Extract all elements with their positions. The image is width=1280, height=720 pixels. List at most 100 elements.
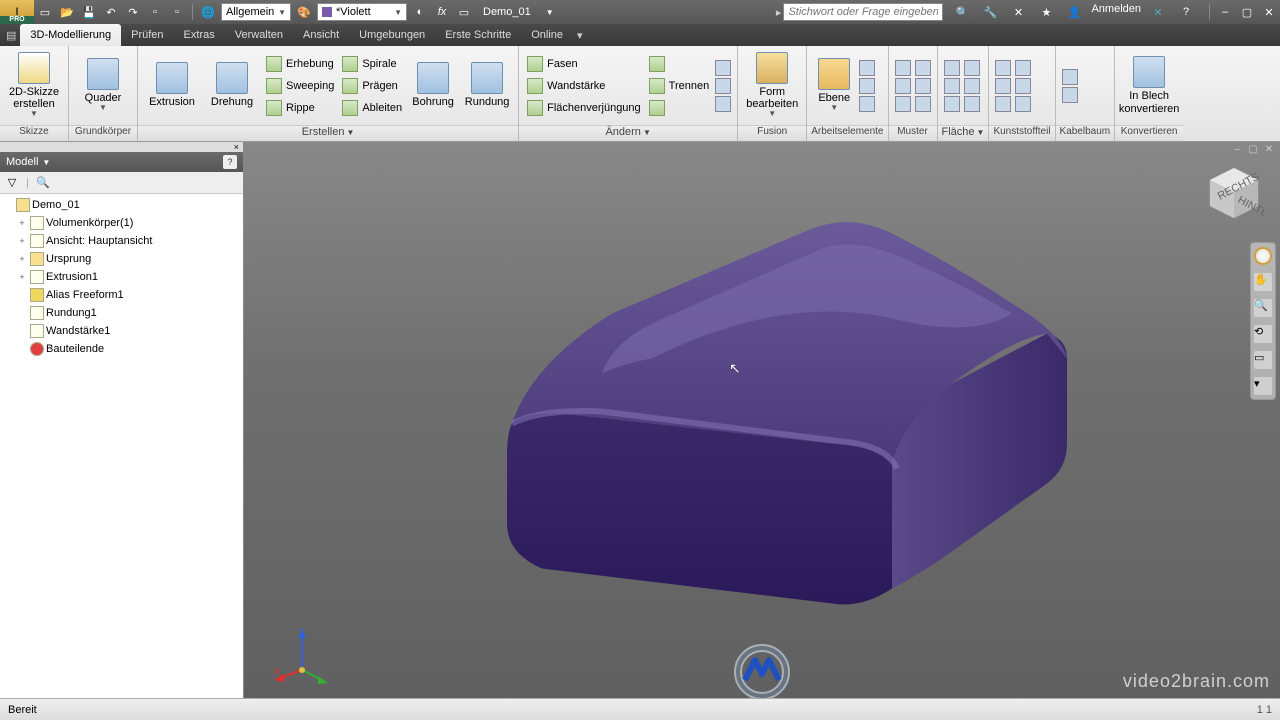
orbit-icon[interactable]: ⟲ [1254, 325, 1272, 343]
quader-button[interactable]: Quader▼ [75, 49, 131, 123]
spirale-button[interactable]: Spirale [340, 53, 404, 75]
redo-icon[interactable]: ↷ [124, 3, 142, 21]
pattern-icon-6[interactable] [915, 96, 931, 112]
mass-icon[interactable]: ▭ [455, 3, 473, 21]
surface-icon-2[interactable] [944, 78, 960, 94]
drehung-button[interactable]: Drehung [204, 49, 260, 123]
panel-help-icon[interactable]: ? [223, 155, 237, 169]
misc-icon[interactable] [647, 97, 712, 119]
tree-item[interactable]: +Extrusion1 [2, 268, 241, 286]
modify-icon-3[interactable] [715, 96, 731, 112]
plastic-icon-1[interactable] [995, 60, 1011, 76]
surface-icon-3[interactable] [944, 96, 960, 112]
plastic-icon-3[interactable] [995, 96, 1011, 112]
maximize-icon[interactable]: ▢ [1238, 3, 1256, 21]
tab-extras[interactable]: Extras [174, 24, 225, 46]
tab-umgebungen[interactable]: Umgebungen [349, 24, 435, 46]
vp-maximize-icon[interactable]: ▢ [1246, 144, 1260, 156]
rippe-button[interactable]: Rippe [264, 97, 336, 119]
praegen-button[interactable]: Prägen [340, 75, 404, 97]
tab-erste-schritte[interactable]: Erste Schritte [435, 24, 521, 46]
group-erstellen[interactable]: Erstellen▼ [138, 125, 518, 141]
flaechenverjuengung-button[interactable]: Flächenverjüngung [525, 97, 643, 119]
close-icon[interactable]: ✕ [1260, 3, 1278, 21]
user-icon[interactable]: 👤 [1065, 3, 1083, 21]
nav-more-icon[interactable]: ▾ [1254, 377, 1272, 395]
surface-icon-6[interactable] [964, 96, 980, 112]
search-input[interactable] [783, 3, 943, 21]
find-icon[interactable]: 🔍 [35, 175, 51, 191]
tree-item[interactable]: Wandstärke1 [2, 322, 241, 340]
tab-3d-modellierung[interactable]: 3D-Modellierung [20, 24, 121, 46]
fx-icon[interactable]: fx [433, 3, 451, 21]
color-icon[interactable]: 🎨 [295, 3, 313, 21]
update-icon[interactable]: ▫ [168, 3, 186, 21]
tree-item[interactable]: +Ansicht: Hauptansicht [2, 232, 241, 250]
form-bearbeiten-button[interactable]: Form bearbeiten▼ [744, 49, 800, 123]
axis-icon[interactable] [859, 60, 875, 76]
appearance-combo[interactable]: *Violett▼ [317, 3, 407, 21]
modify-icon-2[interactable] [715, 78, 731, 94]
tree-root[interactable]: Demo_01 [2, 196, 241, 214]
group-aendern[interactable]: Ändern▼ [519, 125, 737, 141]
model-tree[interactable]: Demo_01 +Volumenkörper(1) +Ansicht: Haup… [0, 194, 243, 698]
group-flaeche[interactable]: Fläche▼ [938, 125, 989, 141]
bohrung-button[interactable]: Bohrung [408, 49, 458, 123]
ebene-button[interactable]: Ebene▼ [813, 49, 855, 123]
tree-item[interactable]: +Volumenkörper(1) [2, 214, 241, 232]
signin-link[interactable]: Anmelden [1091, 3, 1141, 21]
filter-icon[interactable]: ▽ [4, 175, 20, 191]
menu-toggle-icon[interactable]: ▤ [6, 29, 16, 42]
tree-item[interactable]: Bauteilende [2, 340, 241, 358]
zoom-icon[interactable]: 🔍 [1254, 299, 1272, 317]
adjust-icon[interactable]: ◐ [411, 3, 429, 21]
plastic-icon-4[interactable] [1015, 60, 1031, 76]
surface-icon-4[interactable] [964, 60, 980, 76]
pan-icon[interactable]: ✋ [1254, 273, 1272, 291]
tree-item[interactable]: +Ursprung [2, 250, 241, 268]
save-icon[interactable]: 💾 [80, 3, 98, 21]
viewport[interactable]: –▢✕ RECHTS HINTEN [244, 142, 1280, 698]
qat-dropdown-icon[interactable]: ▼ [541, 3, 559, 21]
tree-item[interactable]: Alias Freeform1 [2, 286, 241, 304]
viewcube[interactable]: RECHTS HINTEN [1204, 162, 1264, 222]
ableiten-button[interactable]: Ableiten [340, 97, 404, 119]
fasen-button[interactable]: Fasen [525, 53, 643, 75]
harness-icon-2[interactable] [1062, 87, 1078, 103]
app-logo[interactable]: IPRO [0, 0, 34, 24]
browser-header[interactable]: Modell▼? [0, 152, 243, 172]
pattern-circ-icon[interactable] [895, 78, 911, 94]
extrusion-button[interactable]: Extrusion [144, 49, 200, 123]
point-icon[interactable] [859, 78, 875, 94]
modify-icon-1[interactable] [715, 60, 731, 76]
binoculars-icon[interactable]: 🔍 [953, 3, 971, 21]
open-icon[interactable]: 📂 [58, 3, 76, 21]
vp-minimize-icon[interactable]: – [1230, 144, 1244, 156]
new-icon[interactable]: ▭ [36, 3, 54, 21]
ucs-icon[interactable] [859, 96, 875, 112]
surface-icon-5[interactable] [964, 78, 980, 94]
panel-close-icon[interactable]: × [0, 142, 243, 152]
convert-sheet-button[interactable]: In Blech konvertieren [1121, 49, 1177, 123]
plastic-icon-2[interactable] [995, 78, 1011, 94]
plastic-icon-6[interactable] [1015, 96, 1031, 112]
lookat-icon[interactable]: ▭ [1254, 351, 1272, 369]
minimize-icon[interactable]: – [1216, 3, 1234, 21]
tab-online[interactable]: Online [521, 24, 573, 46]
sketch-2d-button[interactable]: 2D-Skizze erstellen▼ [6, 49, 62, 123]
key-icon[interactable]: 🔧 [981, 3, 999, 21]
pattern-icon-4[interactable] [915, 60, 931, 76]
plastic-icon-5[interactable] [1015, 78, 1031, 94]
rundung-button[interactable]: Rundung [462, 49, 512, 123]
pattern-icon-5[interactable] [915, 78, 931, 94]
material-combo[interactable]: Allgemein▼ [221, 3, 291, 21]
undo-icon[interactable]: ↶ [102, 3, 120, 21]
mirror-icon[interactable] [895, 96, 911, 112]
steering-wheel-icon[interactable] [1254, 247, 1272, 265]
exchange-icon[interactable]: ✕ [1149, 3, 1167, 21]
vp-close-icon[interactable]: ✕ [1262, 144, 1276, 156]
material-icon[interactable]: 🌐 [199, 3, 217, 21]
sweeping-button[interactable]: Sweeping [264, 75, 336, 97]
help-icon[interactable]: ? [1177, 3, 1195, 21]
star-icon[interactable]: ★ [1037, 3, 1055, 21]
